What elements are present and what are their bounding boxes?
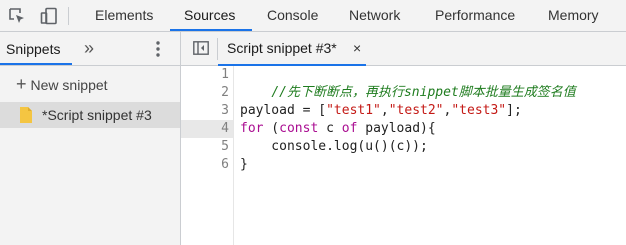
tab-console[interactable]: Console: [267, 0, 318, 31]
code-token: }: [240, 157, 248, 172]
more-options-icon[interactable]: [154, 40, 162, 58]
toggle-navigator-icon[interactable]: [193, 41, 209, 55]
code-token: ];: [506, 103, 522, 118]
code-line: }: [240, 156, 248, 174]
navigator-panel: Snippets » + New snippet *Script snippet …: [0, 32, 181, 245]
inspect-element-icon[interactable]: [8, 7, 26, 25]
code-string: "test2": [388, 103, 444, 118]
editor-tab-strip: Script snippet #3* ×: [181, 32, 626, 66]
editor-tab-divider: [217, 38, 218, 60]
line-number: 3: [221, 103, 229, 118]
code-token: c: [318, 121, 342, 136]
active-tab-indicator: [170, 29, 252, 31]
device-toolbar-icon[interactable]: [40, 7, 58, 25]
snippet-item[interactable]: *Script snippet #3: [0, 102, 180, 128]
more-tabs-icon[interactable]: »: [84, 38, 94, 58]
plus-icon: +: [16, 74, 27, 94]
line-number: 1: [221, 67, 229, 82]
devtools-toolbar: Elements Sources Console Network Perform…: [0, 0, 626, 32]
navigator-header: Snippets »: [0, 32, 180, 66]
new-snippet-button[interactable]: + New snippet: [16, 72, 108, 96]
code-string: "test1": [326, 103, 381, 118]
code-keyword: for: [240, 121, 264, 136]
code-token: payload){: [357, 121, 436, 136]
code-keyword: of: [341, 121, 358, 136]
new-snippet-label: New snippet: [30, 77, 108, 93]
code-line: payload = ["test1","test2","test3"];: [240, 102, 522, 120]
close-icon[interactable]: ×: [353, 32, 361, 65]
code-line: console.log(u()(c));: [240, 138, 428, 156]
code-line: for (const c of payload){: [240, 120, 436, 138]
code-comment: //先下断断点，再执行snippet脚本批量生成签名值: [271, 85, 576, 100]
line-number: 4: [221, 121, 229, 136]
line-number: 6: [221, 157, 229, 172]
tab-performance[interactable]: Performance: [435, 0, 515, 31]
snippet-item-label: *Script snippet #3: [42, 107, 152, 123]
tab-memory[interactable]: Memory: [548, 0, 599, 31]
snippets-tab-indicator: [0, 63, 72, 65]
code-token: console.log(u()(c));: [240, 139, 428, 154]
tab-snippets[interactable]: Snippets: [6, 32, 60, 63]
line-number: 5: [221, 139, 229, 154]
tab-sources[interactable]: Sources: [184, 0, 235, 31]
toolbar-divider: [68, 7, 69, 25]
code-token: payload = [: [240, 103, 327, 118]
line-number-gutter: 1 2 3 4 5 6: [181, 66, 234, 245]
code-line: //先下断断点，再执行snippet脚本批量生成签名值: [240, 66, 575, 100]
code-token: (: [263, 121, 280, 136]
tab-elements[interactable]: Elements: [95, 0, 153, 31]
code-keyword: const: [279, 121, 319, 136]
snippet-file-icon: [20, 107, 32, 123]
editor-file-tab[interactable]: Script snippet #3*: [227, 32, 337, 65]
tab-network[interactable]: Network: [349, 0, 400, 31]
code-string: "test3": [451, 103, 507, 118]
code-token: ,: [380, 103, 389, 118]
code-editor[interactable]: //先下断断点，再执行snippet脚本批量生成签名值 payload = ["…: [234, 66, 626, 245]
line-number: 2: [221, 85, 229, 100]
